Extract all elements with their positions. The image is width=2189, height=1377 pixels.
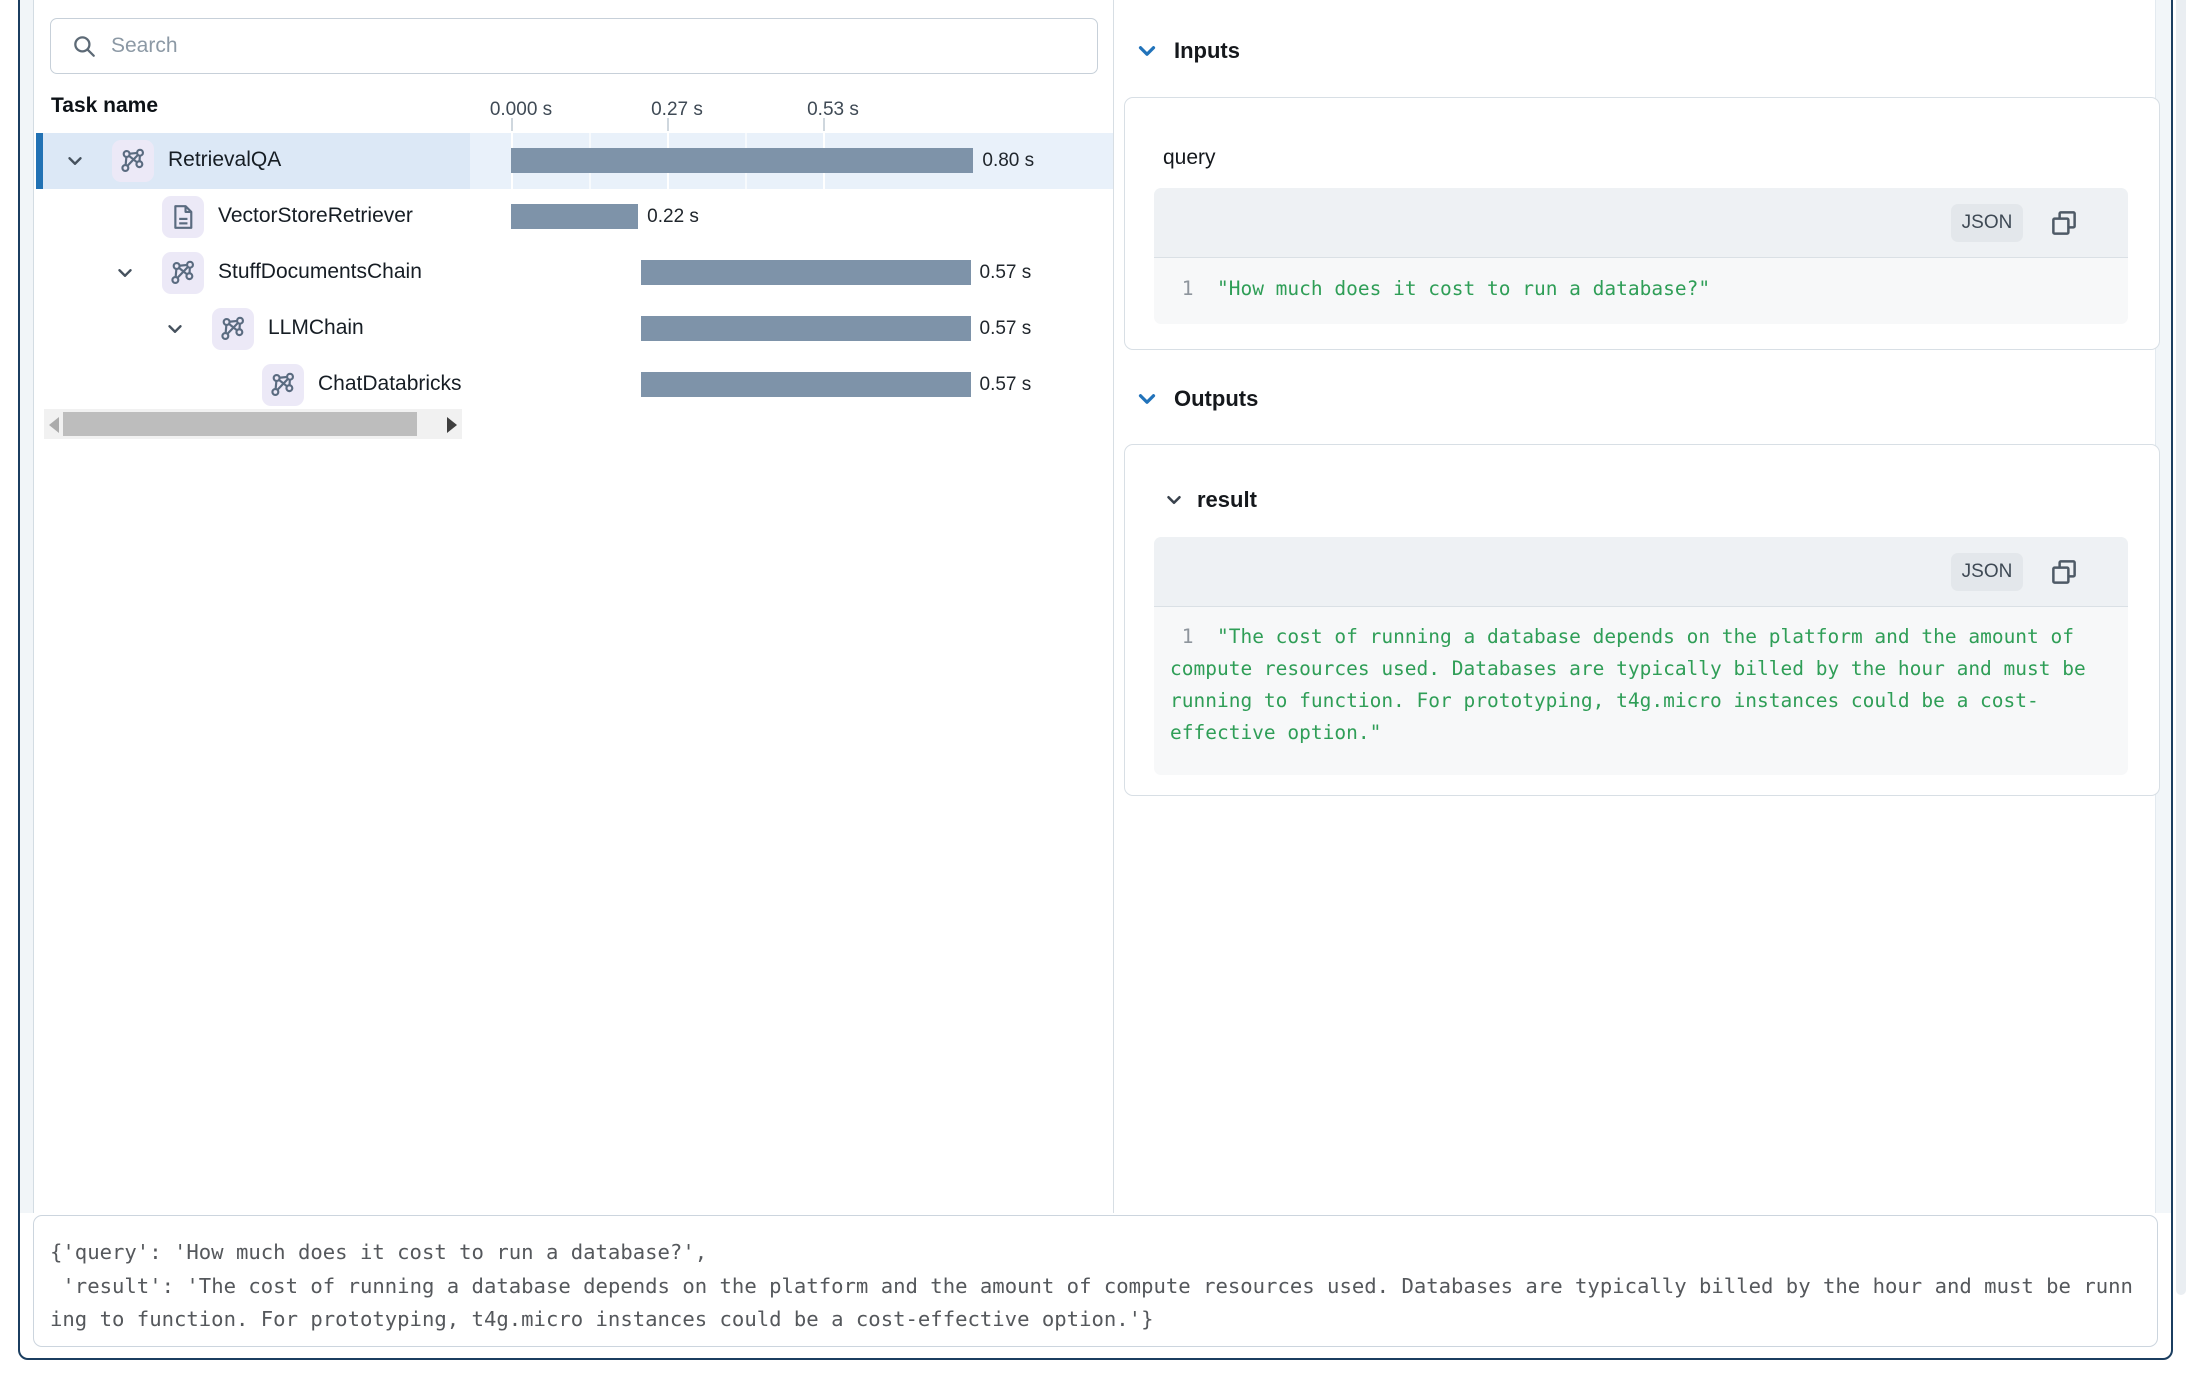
code-line: 1 "How much does it cost to run a databa… — [1154, 258, 2128, 305]
input-field-name: query — [1163, 146, 1216, 170]
task-name-label: RetrievalQA — [168, 148, 281, 172]
duration-bar[interactable] — [511, 204, 638, 229]
document-icon — [162, 196, 204, 238]
axis-tick-mark — [667, 118, 669, 131]
chain-icon — [212, 308, 254, 350]
duration-bar[interactable] — [511, 148, 973, 173]
duration-label: 0.22 s — [647, 206, 699, 228]
gantt-cell: 0.57 s — [470, 245, 1113, 301]
task-cell[interactable]: StuffDocumentsChain — [36, 245, 470, 301]
pane-divider — [1113, 0, 1114, 1213]
search-icon — [71, 33, 97, 59]
horizontal-scrollbar-thumb[interactable] — [63, 412, 417, 436]
left-gutter — [20, 0, 34, 1213]
chevron-down-icon[interactable] — [164, 318, 186, 340]
chevron-down-icon[interactable] — [64, 150, 86, 172]
task-row[interactable]: StuffDocumentsChain 0.57 s — [36, 245, 1113, 301]
duration-label: 0.57 s — [980, 318, 1032, 340]
axis-tick-1: 0.27 s — [651, 99, 703, 121]
task-name-label: ChatDatabricks — [318, 372, 462, 396]
outputs-title: Outputs — [1174, 386, 1258, 412]
task-row[interactable]: VectorStoreRetriever 0.22 s — [36, 189, 1113, 245]
json-format-button[interactable]: JSON — [1951, 204, 2023, 242]
stdout-text: {'query': 'How much does it cost to run … — [34, 1216, 2157, 1357]
task-cell[interactable]: ChatDatabricks — [36, 357, 470, 413]
horizontal-scrollbar[interactable] — [44, 409, 462, 439]
input-code-block: JSON 1 "How much does it cost to run a d… — [1154, 188, 2128, 324]
copy-icon[interactable] — [2049, 557, 2079, 587]
chain-icon — [262, 364, 304, 406]
duration-label: 0.57 s — [980, 262, 1032, 284]
duration-label: 0.57 s — [980, 374, 1032, 396]
duration-bar[interactable] — [641, 260, 970, 285]
inputs-card: query JSON 1 "How much does it cost to r… — [1124, 97, 2160, 350]
chain-icon — [162, 252, 204, 294]
duration-label: 0.80 s — [982, 150, 1034, 172]
chevron-down-icon[interactable] — [1134, 38, 1160, 64]
chain-icon — [112, 140, 154, 182]
gantt-cell: 0.22 s — [470, 189, 1113, 245]
task-row[interactable]: ChatDatabricks 0.57 s — [36, 357, 1113, 413]
scroll-right-arrow-icon[interactable] — [447, 417, 457, 433]
task-cell[interactable]: RetrievalQA — [36, 133, 470, 189]
code-content: 1 "How much does it cost to run a databa… — [1154, 258, 2128, 324]
outputs-card: result JSON 1 "The cost of running a dat… — [1124, 444, 2160, 796]
code-toolbar: JSON — [1154, 537, 2128, 607]
outputs-section-header[interactable]: Outputs — [1134, 386, 1258, 412]
search-input[interactable]: Search — [50, 18, 1098, 74]
code-toolbar: JSON — [1154, 188, 2128, 258]
gantt-cell: 0.57 s — [470, 301, 1113, 357]
code-content: 1 "The cost of running a database depend… — [1154, 607, 2128, 775]
scroll-left-arrow-icon[interactable] — [49, 417, 59, 433]
task-name-label: VectorStoreRetriever — [218, 204, 413, 228]
result-field-header[interactable]: result — [1163, 487, 1257, 513]
duration-bar[interactable] — [641, 372, 970, 397]
chevron-down-icon[interactable] — [114, 262, 136, 284]
chevron-down-icon[interactable] — [1134, 386, 1160, 412]
task-name-label: StuffDocumentsChain — [218, 260, 422, 284]
task-row[interactable]: LLMChain 0.57 s — [36, 301, 1113, 357]
task-cell[interactable]: LLMChain — [36, 301, 470, 357]
task-cell[interactable]: VectorStoreRetriever — [36, 189, 470, 245]
output-field-name: result — [1197, 487, 1257, 513]
selected-row-accent — [36, 133, 43, 189]
axis-tick-0: 0.000 s — [490, 99, 552, 121]
trace-output-cell: Search Task name 0.000 s 0.27 s 0.53 s R… — [0, 0, 2189, 1377]
duration-bar[interactable] — [641, 316, 970, 341]
page-scrollbar-thumb[interactable] — [2176, 0, 2186, 1295]
gantt-cell: 0.80 s — [470, 133, 1113, 189]
task-row[interactable]: RetrievalQA 0.80 s — [36, 133, 1113, 189]
stdout-output-box: {'query': 'How much does it cost to run … — [33, 1215, 2158, 1347]
chevron-down-icon[interactable] — [1163, 489, 1185, 511]
code-line: 1 "The cost of running a database depend… — [1154, 607, 2128, 749]
gantt-cell: 0.57 s — [470, 357, 1113, 413]
output-code-block: JSON 1 "The cost of running a database d… — [1154, 537, 2128, 775]
json-format-button[interactable]: JSON — [1951, 553, 2023, 591]
axis-tick-2: 0.53 s — [807, 99, 859, 121]
axis-tick-mark — [511, 118, 513, 131]
search-placeholder: Search — [111, 34, 178, 58]
task-name-header: Task name — [51, 94, 158, 118]
task-name-label: LLMChain — [268, 316, 364, 340]
inputs-title: Inputs — [1174, 38, 1240, 64]
inputs-section-header[interactable]: Inputs — [1134, 38, 1240, 64]
axis-tick-mark — [823, 118, 825, 131]
copy-icon[interactable] — [2049, 208, 2079, 238]
